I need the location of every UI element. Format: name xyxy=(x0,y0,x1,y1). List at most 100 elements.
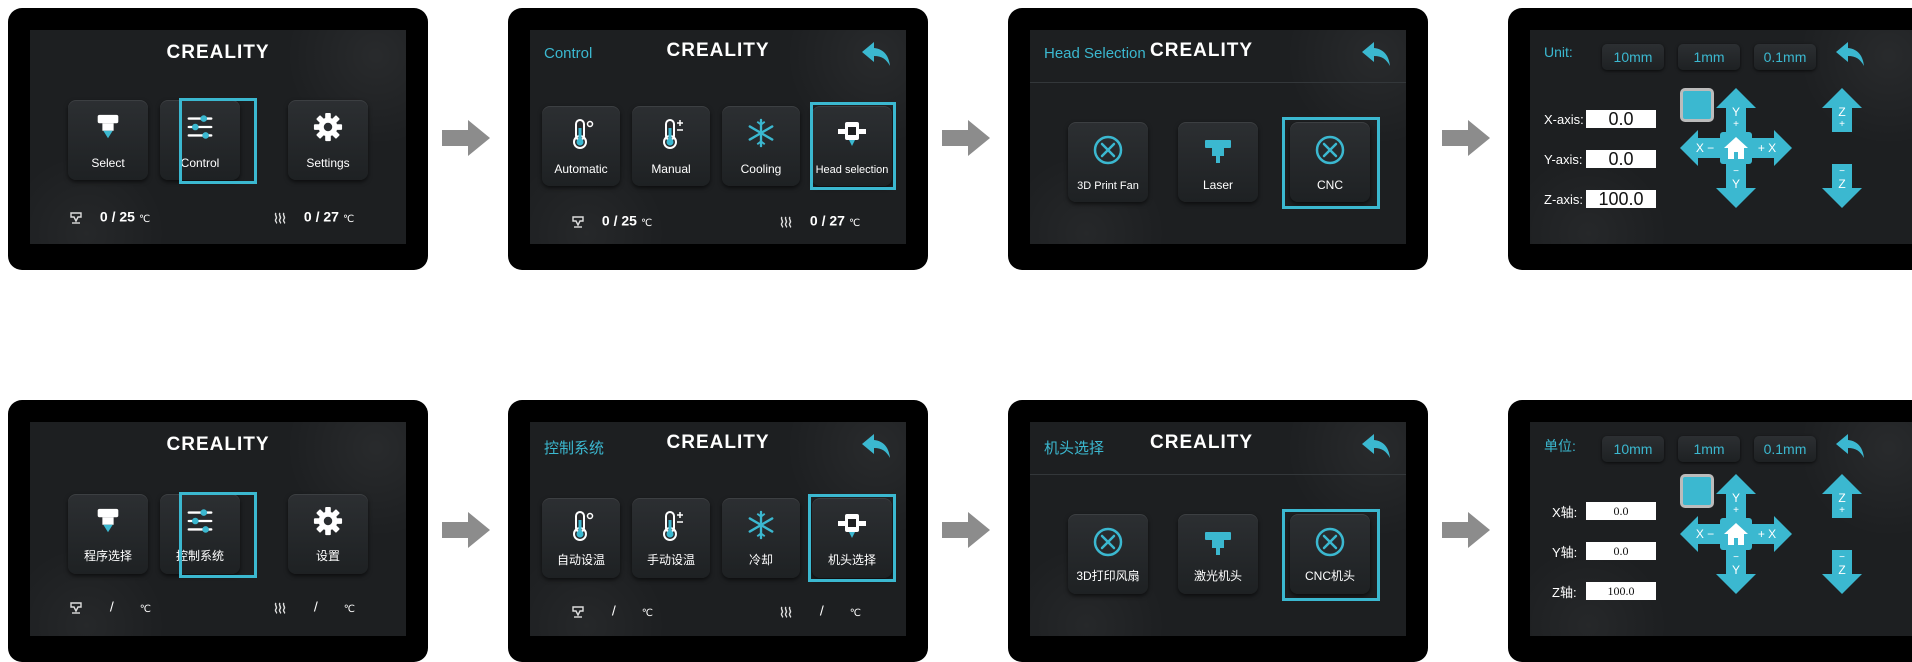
select-button[interactable]: Select xyxy=(68,100,148,180)
screen: Control CREALITY Automatic Manual Coolin… xyxy=(530,30,906,244)
back-arrow-icon[interactable] xyxy=(860,40,892,68)
jog-pad: Y + X − + X − Y xyxy=(1680,474,1792,594)
settings-label: 设置 xyxy=(315,549,340,563)
laser-button[interactable]: Laser xyxy=(1178,122,1258,202)
unit-10mm-button[interactable]: 10mm xyxy=(1602,44,1664,70)
x-axis-value[interactable]: 0.0 xyxy=(1586,110,1656,128)
home-button[interactable] xyxy=(1720,518,1752,550)
manual-button[interactable]: Manual xyxy=(632,106,710,186)
thermometer-icon xyxy=(565,510,597,542)
screen: Unit: 10mm 1mm 0.1mm X-axis: 0.0 Y-axis:… xyxy=(1530,30,1912,244)
settings-label: Settings xyxy=(306,156,350,170)
bed-temp: 0 / 27 ℃ xyxy=(776,212,860,232)
laser-button[interactable]: 激光机头 xyxy=(1178,514,1258,594)
z-axis-label: Z-axis: xyxy=(1544,192,1583,207)
y-minus-button[interactable]: −Y xyxy=(1716,164,1756,208)
settings-button[interactable]: 设置 xyxy=(288,494,368,574)
cooling-button[interactable]: Cooling xyxy=(722,106,800,186)
y-plus-button[interactable]: Y+ xyxy=(1716,474,1756,518)
panel-home-zh: CREALITY 程序选择 控制系统 设置 / ℃ / ℃ xyxy=(8,400,428,662)
bed-heat-icon xyxy=(270,598,290,618)
nozzle-temp: 0 / 25 ℃ xyxy=(568,212,652,232)
unit-0.1mm-button[interactable]: 0.1mm xyxy=(1754,44,1816,70)
select-button[interactable]: 程序选择 xyxy=(68,494,148,574)
z-axis-label: Z轴: xyxy=(1552,585,1577,600)
svg-text:−: − xyxy=(1839,552,1845,563)
bed-temp: / ℃ xyxy=(776,602,861,622)
gear-icon xyxy=(313,506,343,536)
unit-label: Unit: xyxy=(1544,44,1573,60)
svg-text:+ X: + X xyxy=(1758,527,1776,541)
nozzle-temp: / ℃ xyxy=(568,602,653,622)
unit-1mm-button[interactable]: 1mm xyxy=(1678,44,1740,70)
svg-text:−: − xyxy=(1733,166,1739,177)
x-axis-label: X-axis: xyxy=(1544,112,1584,127)
z-minus-button[interactable]: −Z xyxy=(1822,550,1862,594)
gear-icon xyxy=(313,112,343,142)
svg-text:Z: Z xyxy=(1838,177,1845,191)
nozzle-temp-icon xyxy=(568,212,588,232)
laser-head-icon xyxy=(1202,134,1234,166)
auto-temp-button[interactable]: 自动设温 xyxy=(542,498,620,578)
x-plus-button[interactable]: + X xyxy=(1752,130,1792,166)
y-plus-button[interactable]: Y+ xyxy=(1716,88,1756,132)
z-axis-value[interactable]: 100.0 xyxy=(1586,190,1656,208)
back-arrow-icon[interactable] xyxy=(1360,40,1392,68)
creality-logo: CREALITY xyxy=(166,434,270,455)
autolevel-button[interactable] xyxy=(1680,88,1714,122)
unit-1mm-button[interactable]: 1mm xyxy=(1678,436,1740,462)
svg-text:Y: Y xyxy=(1732,105,1740,119)
header-divider xyxy=(1030,474,1406,475)
panel-home-en: CREALITY Select Control Settings 0 / 25 ℃… xyxy=(8,8,428,270)
back-arrow-icon[interactable] xyxy=(1834,40,1866,68)
x-minus-button[interactable]: X − xyxy=(1680,130,1720,166)
svg-text:X −: X − xyxy=(1696,527,1714,541)
screen: CREALITY Select Control Settings 0 / 25 ℃… xyxy=(30,30,406,244)
z-axis-value[interactable]: 100.0 xyxy=(1586,582,1656,600)
manual-temp-button[interactable]: 手动设温 xyxy=(632,498,710,578)
back-arrow-icon[interactable] xyxy=(860,432,892,460)
unit-label: 单位: xyxy=(1544,438,1576,454)
panel-move-zh: 单位: 10mm 1mm 0.1mm X轴: 0.0 Y轴: 0.0 Z轴: 1… xyxy=(1508,400,1912,662)
autolevel-button[interactable] xyxy=(1680,474,1714,508)
manual-temp-label: 手动设温 xyxy=(646,553,695,567)
settings-button[interactable]: Settings xyxy=(288,100,368,180)
x-axis-value[interactable]: 0.0 xyxy=(1586,502,1656,520)
svg-text:Z: Z xyxy=(1838,563,1845,577)
back-arrow-icon[interactable] xyxy=(1834,432,1866,460)
thermometer-plus-icon xyxy=(655,510,687,542)
automatic-button[interactable]: Automatic xyxy=(542,106,620,186)
z-plus-button[interactable]: Z+ xyxy=(1822,474,1862,518)
creality-logo: CREALITY xyxy=(666,432,770,453)
bed-heat-icon xyxy=(776,602,796,622)
cooling-button[interactable]: 冷却 xyxy=(722,498,800,578)
home-icon xyxy=(1720,132,1752,164)
creality-logo: CREALITY xyxy=(1150,432,1253,453)
thermometer-plus-icon xyxy=(655,118,687,150)
flow-arrow xyxy=(440,118,492,158)
home-button[interactable] xyxy=(1720,132,1752,164)
print-fan-button[interactable]: 3D打印风扇 xyxy=(1068,514,1148,594)
automatic-label: Automatic xyxy=(554,162,608,176)
y-axis-value[interactable]: 0.0 xyxy=(1586,542,1656,560)
back-arrow-icon[interactable] xyxy=(1360,432,1392,460)
y-minus-button[interactable]: −Y xyxy=(1716,550,1756,594)
screen: Head Selection CREALITY 3D Print Fan Las… xyxy=(1030,30,1406,244)
fan-x-icon xyxy=(1092,526,1124,558)
z-plus-button[interactable]: Z+ xyxy=(1822,88,1862,132)
svg-text:−: − xyxy=(1733,552,1739,563)
selection-highlight xyxy=(810,102,896,190)
x-minus-button[interactable]: X − xyxy=(1680,516,1720,552)
y-axis-value[interactable]: 0.0 xyxy=(1586,150,1656,168)
unit-10mm-button[interactable]: 10mm xyxy=(1602,436,1664,462)
auto-temp-label: 自动设温 xyxy=(556,553,605,567)
flow-arrow xyxy=(940,510,992,550)
manual-label: Manual xyxy=(651,162,691,176)
print-fan-button[interactable]: 3D Print Fan xyxy=(1068,122,1148,202)
flow-arrow xyxy=(940,118,992,158)
x-plus-button[interactable]: + X xyxy=(1752,516,1792,552)
svg-text:Y: Y xyxy=(1732,491,1740,505)
unit-0.1mm-button[interactable]: 0.1mm xyxy=(1754,436,1816,462)
z-minus-button[interactable]: −Z xyxy=(1822,164,1862,208)
screen: 单位: 10mm 1mm 0.1mm X轴: 0.0 Y轴: 0.0 Z轴: 1… xyxy=(1530,422,1912,636)
